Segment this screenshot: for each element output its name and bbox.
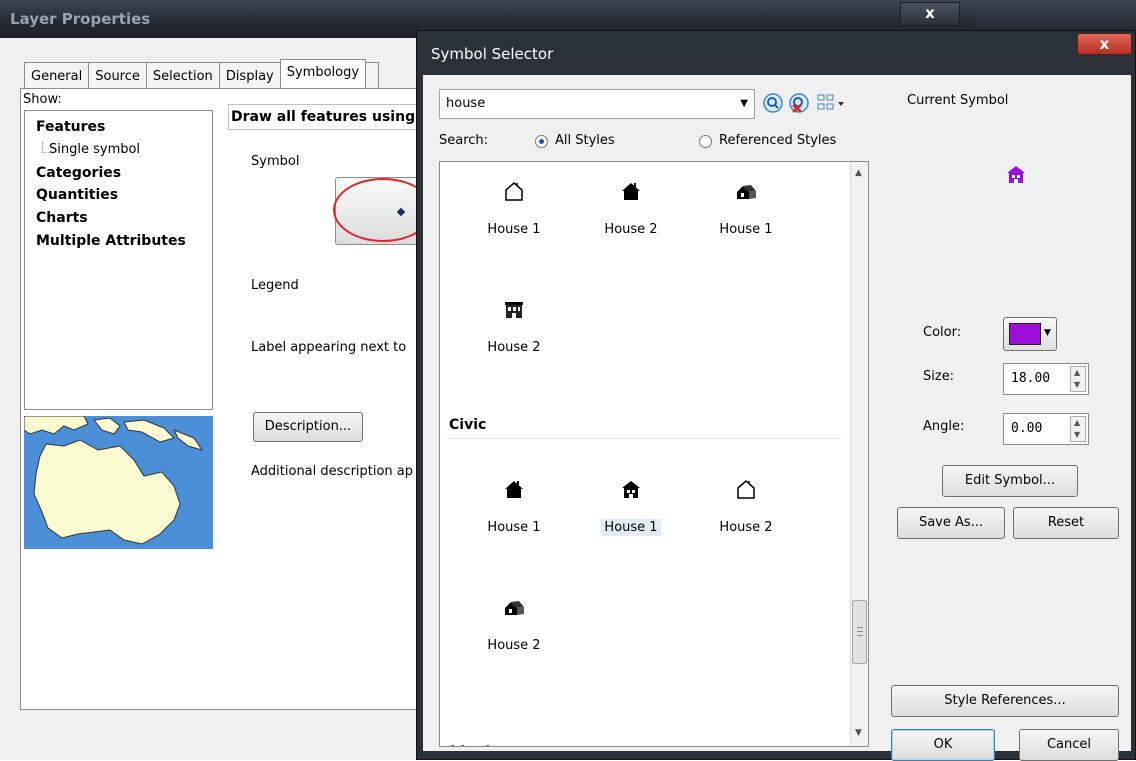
current-symbol-label: Current Symbol [907, 93, 1009, 108]
house-outline-icon [505, 182, 523, 201]
size-value: 18.00 [1011, 371, 1051, 386]
scroll-down-icon[interactable]: ▼ [855, 728, 862, 738]
group-heading-partial: . . . [450, 736, 491, 747]
house-windows-icon [622, 481, 640, 498]
symbol-list-scrollbar[interactable]: ▲ ▼ [850, 162, 868, 746]
edit-symbol-button[interactable]: Edit Symbol... [942, 465, 1078, 497]
house-outline-icon [737, 480, 755, 499]
symbol-item[interactable]: House 1 [704, 180, 788, 237]
symbol-item-label: House 2 [487, 638, 541, 653]
house-building-icon [505, 302, 523, 318]
symbol-item-label: House 2 [604, 222, 658, 237]
spin-up-icon[interactable]: ▲ [1074, 418, 1080, 427]
color-picker-button[interactable]: ▼ [1003, 317, 1057, 351]
symbol-item-label: House 1 [487, 520, 541, 535]
angle-stepper[interactable]: 0.00 ▲ ▼ [1003, 413, 1089, 445]
symbol-item-label: House 1 [601, 519, 661, 536]
current-symbol-house-icon [1007, 166, 1025, 183]
group-heading-civic: Civic [449, 417, 487, 433]
view-options-icon[interactable] [817, 93, 847, 113]
symbol-item[interactable]: House 2 [472, 298, 556, 355]
all-styles-label[interactable]: All Styles [555, 133, 615, 148]
symbol-item-label: House 2 [487, 340, 541, 355]
angle-spin-buttons[interactable]: ▲ ▼ [1070, 416, 1086, 442]
search-input[interactable]: house ▼ [439, 89, 755, 119]
clear-search-icon[interactable] [789, 93, 809, 113]
symbol-item[interactable]: House 2 [704, 478, 788, 535]
symbol-selector-title: Symbol Selector [431, 45, 554, 63]
symbol-item[interactable]: House 1 [472, 180, 556, 237]
symbol-item-label: House 2 [719, 520, 773, 535]
house-solid-icon [622, 183, 640, 200]
referenced-styles-label[interactable]: Referenced Styles [719, 133, 836, 148]
style-references-button[interactable]: Style References... [891, 685, 1119, 717]
house-3d-icon [737, 185, 756, 199]
color-label: Color: [923, 325, 962, 340]
spin-up-icon[interactable]: ▲ [1074, 368, 1080, 377]
symbol-item[interactable]: House 1 [472, 478, 556, 535]
all-styles-radio[interactable] [535, 135, 548, 148]
symbol-item-label: House 1 [719, 222, 773, 237]
house-3d-icon [505, 601, 524, 615]
symbol-selector-window: Symbol Selector x house ▼ Search: All St… [416, 30, 1136, 761]
reset-button[interactable]: Reset [1013, 507, 1119, 539]
angle-value: 0.00 [1011, 421, 1043, 436]
symbol-item-label: House 1 [487, 222, 541, 237]
symbol-list[interactable]: House 1 House 2 House 1 House 2 Civic Ho… [439, 161, 869, 747]
cancel-button[interactable]: Cancel [1019, 729, 1119, 761]
symbol-item-selected[interactable]: House 1 [589, 478, 673, 536]
referenced-styles-radio[interactable] [699, 135, 712, 148]
scroll-up-icon[interactable]: ▲ [855, 168, 862, 178]
search-icon[interactable] [763, 93, 783, 113]
symbol-item[interactable]: House 2 [472, 596, 556, 653]
symbol-selector-client: house ▼ Search: All Styles Referenced St… [423, 75, 1131, 761]
grip-icon [857, 627, 863, 636]
angle-label: Angle: [923, 419, 965, 434]
chevron-down-icon[interactable]: ▼ [740, 98, 748, 109]
group-divider [446, 438, 842, 439]
scroll-thumb[interactable] [852, 600, 867, 664]
search-value: house [446, 96, 486, 111]
search-label: Search: [439, 133, 489, 148]
size-spin-buttons[interactable]: ▲ ▼ [1070, 366, 1086, 392]
house-solid-icon [505, 481, 523, 498]
spin-down-icon[interactable]: ▼ [1074, 430, 1080, 439]
spin-down-icon[interactable]: ▼ [1074, 380, 1080, 389]
symbol-item[interactable]: House 2 [589, 180, 673, 237]
save-as-button[interactable]: Save As... [897, 507, 1005, 539]
color-swatch [1009, 323, 1041, 345]
ok-button[interactable]: OK [891, 729, 995, 761]
size-label: Size: [923, 369, 955, 384]
size-stepper[interactable]: 18.00 ▲ ▼ [1003, 363, 1089, 395]
chevron-down-icon: ▼ [1044, 328, 1051, 338]
symbol-selector-close-button[interactable]: x [1077, 33, 1132, 55]
